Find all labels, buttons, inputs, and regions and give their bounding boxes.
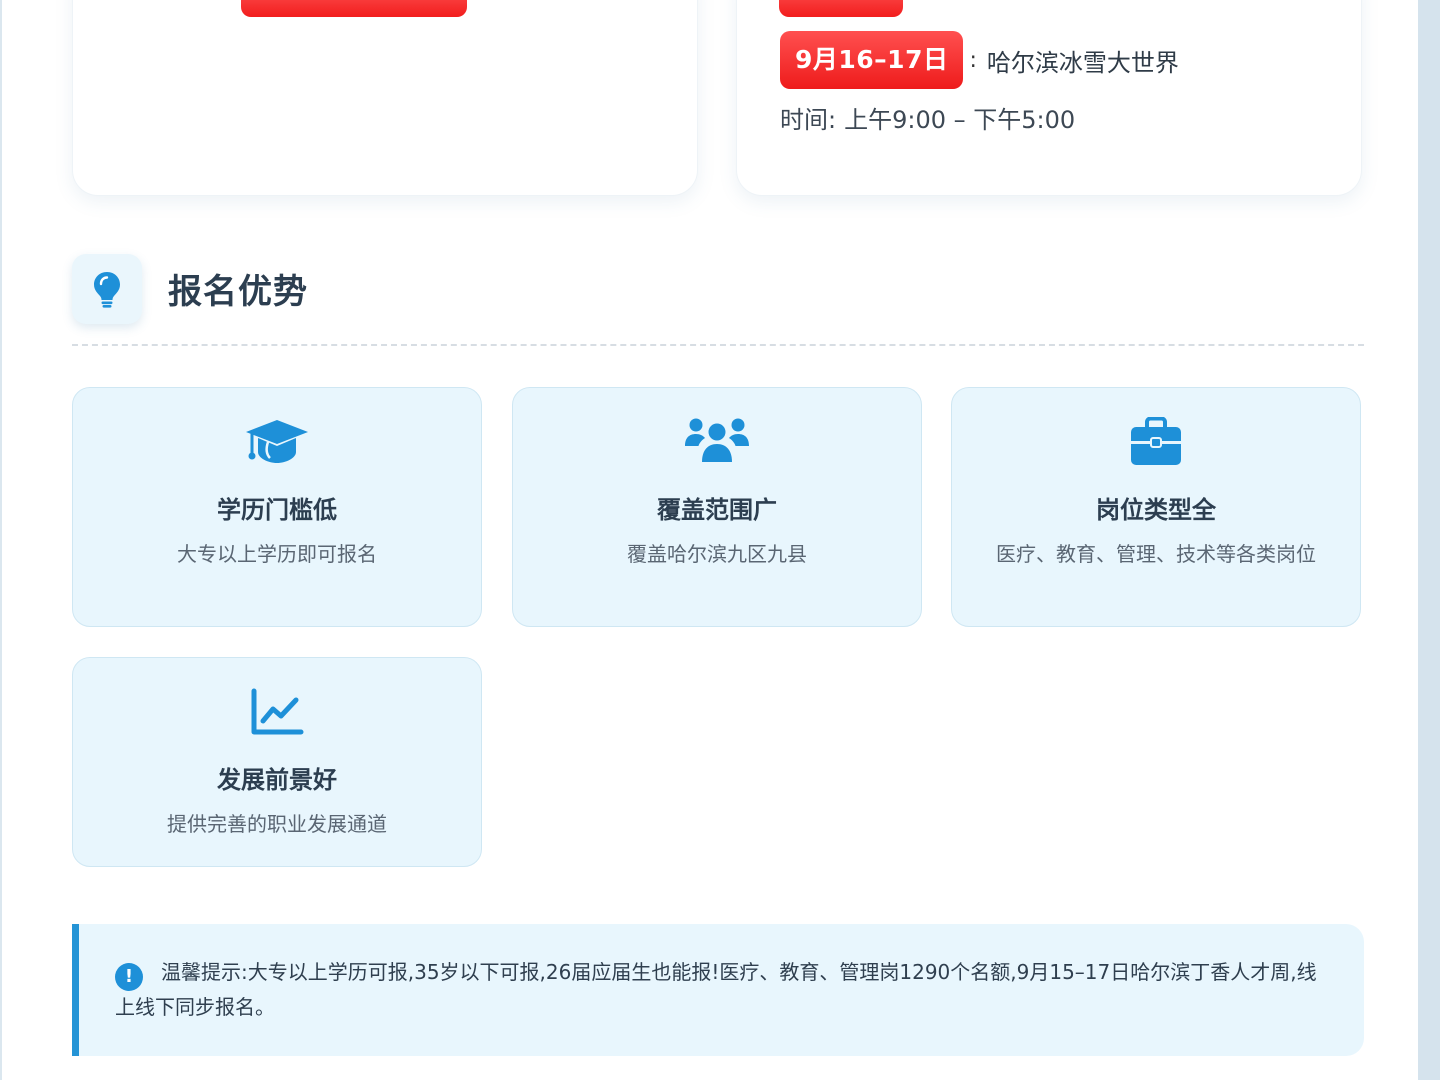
event-time-line: 时间: 上午9:00 – 下午5:00	[780, 98, 1075, 136]
time-value: 上午9:00 – 下午5:00	[844, 105, 1076, 134]
exclamation-circle-icon: !	[115, 963, 143, 991]
time-label: 时间:	[780, 105, 837, 134]
advantage-card-positions[interactable]: 岗位类型全 医疗、教育、管理、技术等各类岗位	[951, 387, 1361, 627]
graduation-cap-icon	[73, 414, 481, 470]
advantage-card-coverage[interactable]: 覆盖范围广 覆盖哈尔滨九区九县	[512, 387, 922, 627]
advantage-card-education[interactable]: 学历门槛低 大专以上学历即可报名	[72, 387, 482, 627]
section-title: 报名优势	[168, 272, 308, 312]
event-date-badge: 9月16–17日	[780, 31, 964, 89]
advantage-card-prospects[interactable]: 发展前景好 提供完善的职业发展通道	[72, 657, 482, 867]
top-card-left	[72, 0, 698, 196]
scrollbar-track[interactable]	[1418, 0, 1440, 1080]
advantage-desc: 覆盖哈尔滨九区九县	[627, 542, 807, 566]
tip-box: ! 温馨提示:大专以上学历可报,35岁以下可报,26届应届生也能报!医疗、教育、管…	[72, 924, 1364, 1056]
advantage-title: 学历门槛低	[217, 496, 337, 524]
chart-line-icon	[73, 684, 481, 740]
advantage-title: 发展前景好	[217, 766, 337, 794]
advantage-title: 覆盖范围广	[657, 496, 777, 524]
advantage-desc: 大专以上学历即可报名	[177, 542, 377, 566]
register-button[interactable]	[241, 0, 467, 17]
event-date-line: 9月16–17日 : 哈尔滨冰雪大世界	[780, 31, 1179, 89]
briefcase-icon	[952, 414, 1360, 470]
page: 9月16–17日 : 哈尔滨冰雪大世界 时间: 上午9:00 – 下午5:00 …	[2, 0, 1418, 1080]
advantage-desc: 医疗、教育、管理、技术等各类岗位	[996, 542, 1316, 566]
section-divider	[72, 344, 1364, 346]
event-date-badge-top[interactable]	[779, 0, 903, 17]
tip-text: 温馨提示:大专以上学历可报,35岁以下可报,26届应届生也能报!医疗、教育、管理…	[115, 960, 1317, 1019]
lightbulb-icon	[72, 254, 142, 324]
users-group-icon	[513, 414, 921, 470]
advantage-desc: 提供完善的职业发展通道	[167, 812, 387, 836]
advantage-title: 岗位类型全	[1096, 496, 1216, 524]
date-separator: :	[969, 47, 977, 73]
event-venue: 哈尔滨冰雪大世界	[986, 48, 1179, 77]
